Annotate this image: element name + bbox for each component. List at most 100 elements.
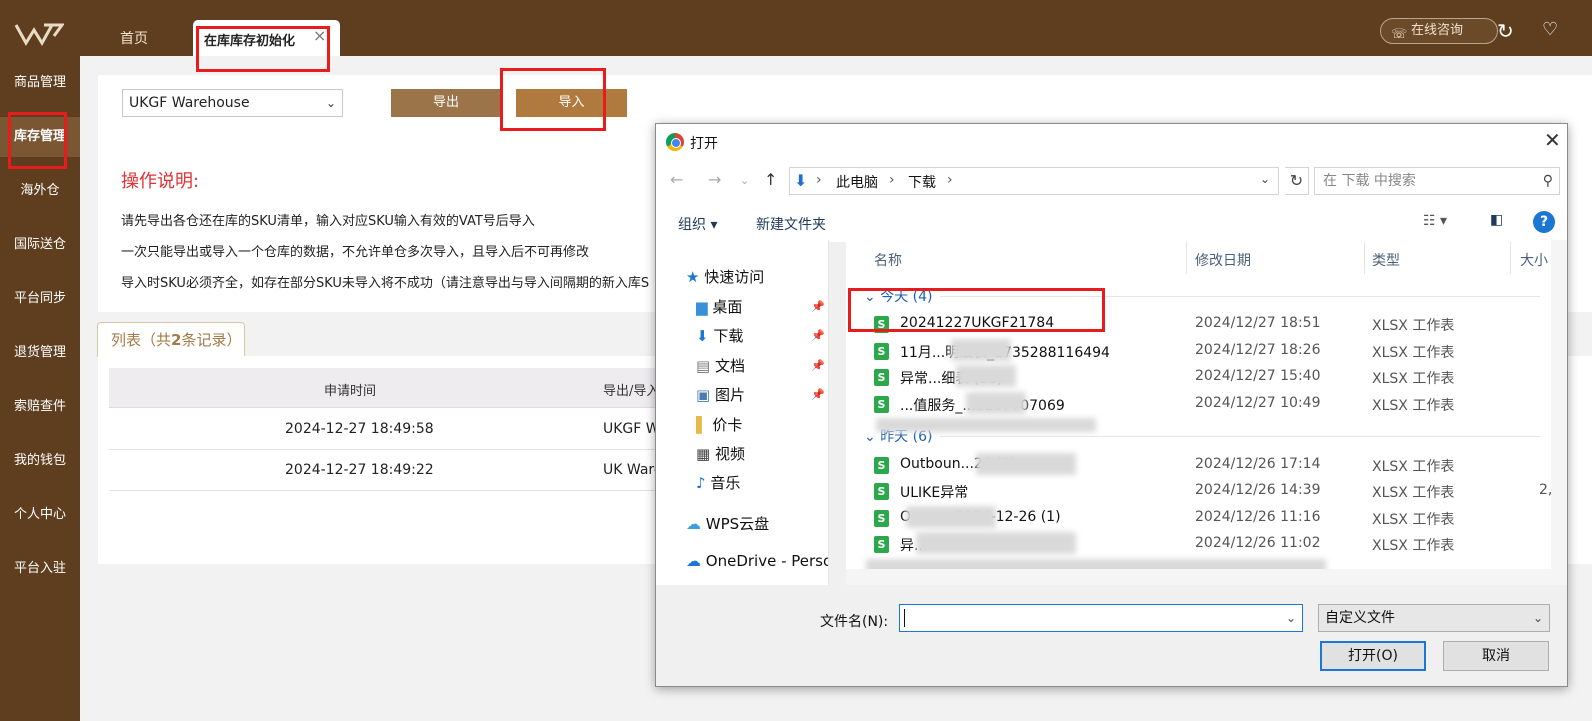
nav-wps-cloud-label: WPS云盘 xyxy=(705,515,770,533)
view-options-icon[interactable]: ☷ ▾ xyxy=(1423,213,1447,229)
video-icon: ▦ xyxy=(696,445,711,463)
refresh-icon[interactable]: ↻ xyxy=(1285,167,1309,195)
list-tab-prefix: 列表（共 xyxy=(111,331,172,349)
nav-quick-access[interactable]: ★ 快速访问 xyxy=(686,266,764,287)
spreadsheet-icon: S xyxy=(874,343,889,360)
spreadsheet-icon: S xyxy=(874,483,889,500)
dialog-footer: 文件名(N): ⌄ 自定义文件 ⌄ 打开(O) 取消 xyxy=(656,585,1567,686)
sidebar-item-claims[interactable]: 索赔查件 xyxy=(0,387,80,427)
list-tab[interactable]: 列表（共2条记录） xyxy=(97,322,245,357)
file-type: XLSX 工作表 xyxy=(1372,485,1455,501)
search-input[interactable]: 在 下载 中搜索 ⚲ xyxy=(1314,167,1560,195)
column-header-name[interactable]: 名称 xyxy=(874,250,902,270)
picture-icon: ▣ xyxy=(696,386,711,404)
preview-pane-icon[interactable]: ◧ xyxy=(1490,212,1503,228)
redaction-blur xyxy=(916,532,1076,554)
chrome-icon xyxy=(666,133,684,151)
nav-scrollbar[interactable] xyxy=(829,242,846,590)
file-row[interactable]: S Outboun...26 (2) 2024/12/26 17:14 XLSX… xyxy=(846,453,1551,479)
spreadsheet-icon: S xyxy=(874,457,889,474)
music-icon: ♪ xyxy=(696,474,706,492)
column-header-date[interactable]: 修改日期 xyxy=(1195,250,1251,270)
refresh-icon[interactable]: ↻ xyxy=(1497,19,1514,43)
pin-icon: 📌 xyxy=(811,359,825,372)
nav-music[interactable]: ♪ 音乐 xyxy=(696,472,740,493)
nav-music-label: 音乐 xyxy=(710,474,741,492)
pin-icon: 📌 xyxy=(811,300,825,313)
highlight-box-file xyxy=(848,288,1105,332)
instructions-title: 操作说明: xyxy=(121,171,200,192)
new-folder-button[interactable]: 新建文件夹 xyxy=(756,214,826,234)
column-header-type[interactable]: 类型 xyxy=(1372,250,1400,270)
nav-desktop[interactable]: ▆ 桌面 xyxy=(696,296,742,317)
download-folder-icon: ⬇ xyxy=(794,171,808,190)
sidebar-item-intl-shipping[interactable]: 国际送仓 xyxy=(0,225,80,265)
nav-onedrive[interactable]: ☁ OneDrive - Perso xyxy=(686,552,828,570)
breadcrumb-separator: › xyxy=(947,172,953,188)
export-button[interactable]: 导出 xyxy=(391,89,501,117)
help-icon[interactable]: ? xyxy=(1533,211,1555,233)
sidebar-item-platform-join[interactable]: 平台入驻 xyxy=(0,549,80,589)
sidebar-item-profile[interactable]: 个人中心 xyxy=(0,495,80,535)
file-list-hscrollbar[interactable] xyxy=(846,569,1551,585)
column-header-size[interactable]: 大小 xyxy=(1520,250,1548,270)
file-list-scrollbar[interactable] xyxy=(1551,240,1567,585)
organize-button[interactable]: 组织 ▾ xyxy=(678,214,717,234)
forward-arrow-icon[interactable]: → xyxy=(708,170,721,189)
file-type: XLSX 工作表 xyxy=(1372,345,1455,361)
redaction-blur xyxy=(966,392,1026,414)
back-arrow-icon[interactable]: ← xyxy=(670,170,683,189)
instruction-line: 一次只能导出或导入一个仓库的数据，不允许单仓多次导入，且导入后不可再修改 xyxy=(121,245,590,260)
address-bar[interactable]: ⬇ › 此电脑 › 下载 › ⌄ xyxy=(789,167,1279,195)
nav-documents[interactable]: ▤ 文档 xyxy=(696,355,745,376)
nav-pictures-label: 图片 xyxy=(714,386,745,404)
sidebar: 商品管理 库存管理 海外仓 国际送仓 平台同步 退货管理 索赔查件 我的钱包 个… xyxy=(0,0,80,721)
file-date: 2024/12/26 11:02 xyxy=(1195,535,1321,551)
sidebar-item-platform-sync[interactable]: 平台同步 xyxy=(0,279,80,319)
file-type-filter[interactable]: 自定义文件 ⌄ xyxy=(1318,604,1550,632)
chevron-down-icon[interactable]: ⌄ xyxy=(1260,172,1270,186)
folder-icon: ▌ xyxy=(696,416,708,434)
file-size: 2, xyxy=(1539,482,1551,498)
file-row[interactable]: S ...值服务_...5267707069 2024/12/27 10:49 … xyxy=(846,392,1551,418)
nav-wps-cloud[interactable]: ☁ WPS云盘 xyxy=(686,513,769,534)
close-icon[interactable]: ✕ xyxy=(1544,128,1561,152)
nav-price-card[interactable]: ▌ 价卡 xyxy=(696,414,742,435)
up-arrow-icon[interactable]: ↑ xyxy=(764,170,777,189)
breadcrumb-this-pc[interactable]: 此电脑 xyxy=(836,172,878,192)
file-type: XLSX 工作表 xyxy=(1372,512,1455,528)
nav-videos-label: 视频 xyxy=(714,445,745,463)
cancel-button[interactable]: 取消 xyxy=(1443,641,1549,671)
column-divider xyxy=(1186,242,1187,274)
nav-videos[interactable]: ▦ 视频 xyxy=(696,443,745,464)
nav-downloads[interactable]: ⬇ 下载 xyxy=(696,325,743,346)
sidebar-item-wallet[interactable]: 我的钱包 xyxy=(0,441,80,481)
open-button[interactable]: 打开(O) xyxy=(1320,641,1426,671)
nav-pictures[interactable]: ▣ 图片 xyxy=(696,384,745,405)
headset-icon: ☏ xyxy=(1391,27,1408,42)
online-consult-label: 在线咨询 xyxy=(1411,23,1464,38)
file-row[interactable]: S ULIKE异常 2024/12/26 14:39 XLSX 工作表 2, xyxy=(846,479,1551,505)
instruction-line: 请先导出各仓还在库的SKU清单，输入对应SKU输入有效的VAT号后导入 xyxy=(121,214,535,229)
online-consult-button[interactable]: ☏ 在线咨询 xyxy=(1380,18,1498,44)
spreadsheet-icon: S xyxy=(874,369,889,386)
file-date: 2024/12/27 10:49 xyxy=(1195,395,1321,411)
breadcrumb-downloads[interactable]: 下载 xyxy=(908,172,936,192)
sidebar-item-products[interactable]: 商品管理 xyxy=(0,63,80,103)
recent-chevron-icon[interactable]: ⌄ xyxy=(740,174,749,187)
filename-input[interactable]: ⌄ xyxy=(899,604,1303,632)
pin-icon: 📌 xyxy=(811,329,825,342)
tab-home[interactable]: 首页 xyxy=(120,28,148,48)
warehouse-select[interactable]: UKGF Warehouse ⌄ xyxy=(122,89,343,117)
sidebar-item-overseas-warehouse[interactable]: 海外仓 xyxy=(0,171,80,211)
nav-price-card-label: 价卡 xyxy=(712,416,743,434)
chevron-down-icon[interactable]: ⌄ xyxy=(1286,605,1296,631)
user-menu-icon[interactable]: ♡ xyxy=(1542,19,1558,40)
file-date: 2024/12/27 15:40 xyxy=(1195,368,1321,384)
column-divider xyxy=(1510,242,1511,274)
sidebar-item-returns[interactable]: 退货管理 xyxy=(0,333,80,373)
file-type: XLSX 工作表 xyxy=(1372,398,1455,414)
redaction-blur xyxy=(951,339,1011,361)
download-icon: ⬇ xyxy=(696,327,709,345)
file-row[interactable]: S 异常...细表 (28) 2024/12/27 15:40 XLSX 工作表 xyxy=(846,365,1551,391)
